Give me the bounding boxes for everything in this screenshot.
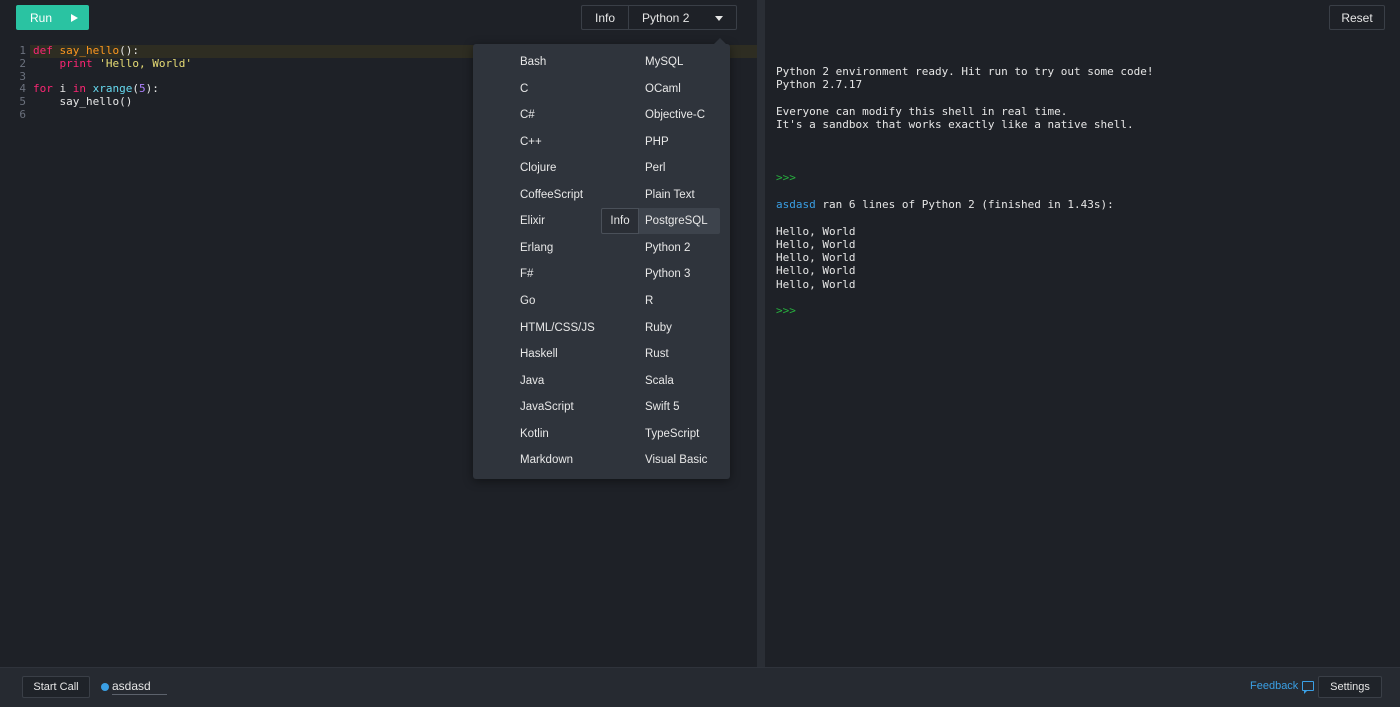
code-editor[interactable]: def say_hello(): print 'Hello, World' fo… <box>33 44 192 122</box>
language-option[interactable]: Scala <box>645 368 720 394</box>
language-option[interactable]: JavaScript <box>520 394 630 420</box>
line-number-gutter: 1 2 3 4 5 6 <box>10 44 26 122</box>
language-option[interactable]: F# <box>520 261 630 287</box>
language-option[interactable]: Plain Text <box>645 182 720 208</box>
language-option[interactable]: Perl <box>645 155 720 181</box>
language-option[interactable]: Markdown <box>520 447 630 473</box>
shell-line: Everyone can modify this shell in real t… <box>776 104 1068 118</box>
caret-down-icon <box>715 16 723 21</box>
feedback-link[interactable]: Feedback <box>1250 680 1315 694</box>
language-option[interactable]: Ruby <box>645 315 720 341</box>
code-keyword: in <box>72 82 86 96</box>
code-line: say_hello() <box>33 95 192 109</box>
line-number: 6 <box>19 107 26 121</box>
code-number: 5 <box>139 82 146 96</box>
language-option[interactable]: Rust <box>645 341 720 367</box>
language-option[interactable]: MySQL <box>645 49 720 75</box>
feedback-label: Feedback <box>1250 680 1299 692</box>
code-text: say_hello() <box>33 95 133 109</box>
language-option[interactable]: Clojure <box>520 155 630 181</box>
line-number: 1 <box>19 44 26 57</box>
language-option[interactable]: C++ <box>520 129 630 155</box>
shell-output-line: Hello, World <box>776 224 856 238</box>
language-option[interactable]: Bash <box>520 49 630 75</box>
language-select-value: Python 2 <box>642 10 690 25</box>
language-option[interactable]: Kotlin <box>520 421 630 447</box>
code-line: print 'Hello, World' <box>33 56 192 71</box>
code-text: ): <box>145 82 159 96</box>
language-option[interactable]: Java <box>520 368 630 394</box>
footer-bar <box>0 667 1400 707</box>
language-option[interactable]: PHP <box>645 129 720 155</box>
shell-prompt: >>> <box>776 171 796 185</box>
info-button[interactable]: Info <box>581 5 628 30</box>
code-text: i <box>52 82 73 96</box>
language-option[interactable]: Python 2 <box>645 235 720 261</box>
shell-output-line: Hello, World <box>776 251 856 265</box>
language-option[interactable]: PostgreSQL <box>639 208 720 235</box>
language-option[interactable]: Swift 5 <box>645 394 720 420</box>
code-text: (): <box>119 44 139 57</box>
language-option[interactable]: Erlang <box>520 235 630 261</box>
shell-output-line: Hello, World <box>776 264 856 278</box>
language-option[interactable]: OCaml <box>645 76 720 102</box>
language-option[interactable]: HTML/CSS/JS <box>520 315 630 341</box>
shell-output-line: Hello, World <box>776 237 856 251</box>
language-option[interactable]: Go <box>520 288 630 314</box>
line-number: 2 <box>19 56 26 70</box>
language-option[interactable]: Haskell <box>520 341 630 367</box>
shell-prompt: >>> <box>776 304 796 318</box>
run-button-label: Run <box>30 10 53 25</box>
language-dropdown-menu: Bash C C# C++ Clojure CoffeeScript Elixir Erlan… <box>473 38 730 479</box>
code-text: ( <box>132 82 139 96</box>
language-select[interactable]: Python 2 <box>628 5 737 30</box>
play-icon <box>71 13 79 22</box>
start-call-button[interactable]: Start Call <box>22 676 90 698</box>
code-keyword: def <box>33 44 53 57</box>
language-info-button[interactable]: Info <box>601 208 639 235</box>
settings-button[interactable]: Settings <box>1318 676 1382 698</box>
language-option[interactable]: TypeScript <box>645 421 720 447</box>
username-input[interactable] <box>112 678 167 695</box>
chat-bubble-icon <box>1302 681 1315 694</box>
code-string: 'Hello, World' <box>99 56 192 70</box>
language-option[interactable]: CoffeeScript <box>520 182 630 208</box>
shell-output-line: Hello, World <box>776 277 856 291</box>
language-option[interactable]: C# <box>520 102 630 128</box>
code-keyword: for <box>33 82 53 96</box>
run-button[interactable]: Run <box>16 5 89 30</box>
reset-button[interactable]: Reset <box>1329 5 1385 30</box>
shell-line: It's a sandbox that works exactly like a… <box>776 118 1134 132</box>
code-builtin: xrange <box>92 82 133 96</box>
language-option[interactable]: C <box>520 76 630 102</box>
shell-line: Python 2 environment ready. Hit run to t… <box>776 65 1154 78</box>
shell-run-message: ran 6 lines of Python 2 (finished in 1.4… <box>815 197 1114 211</box>
shell-run-status: asdasd ran 6 lines of Python 2 (finished… <box>776 198 1154 211</box>
shell-run-user: asdasd <box>776 197 816 211</box>
code-function-name: say_hello <box>59 44 120 57</box>
language-option[interactable]: Python 3 <box>645 261 720 287</box>
panel-divider[interactable] <box>757 0 765 667</box>
shell-line: Python 2.7.17 <box>776 78 863 92</box>
language-option[interactable]: Visual Basic <box>645 447 720 473</box>
language-option[interactable]: Objective-C <box>645 102 720 128</box>
shell-output[interactable]: Python 2 environment ready. Hit run to t… <box>776 65 1154 318</box>
code-keyword: print <box>59 56 93 70</box>
language-option[interactable]: R <box>645 288 720 314</box>
status-dot-icon <box>101 683 109 691</box>
